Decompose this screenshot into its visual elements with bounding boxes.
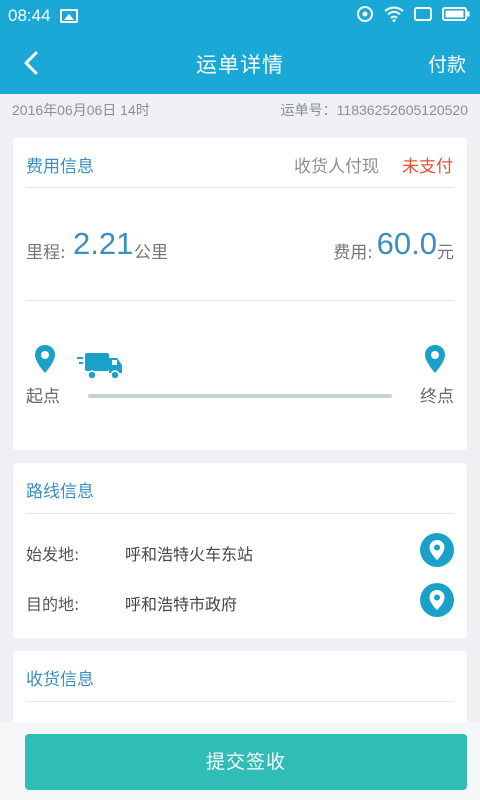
payer-text: 收货人付现 [294, 157, 379, 177]
end-pin-icon [424, 344, 446, 378]
fee-unit: 元 [437, 243, 454, 263]
origin-label: 始发地: [26, 545, 80, 564]
page-title: 运单详情 [196, 53, 284, 77]
status-time: 08:44 [8, 6, 51, 25]
destination-value: 呼和浩特市政府 [125, 595, 238, 614]
mileage-unit: 公里 [134, 243, 168, 263]
divider [26, 701, 454, 702]
origin-location-button[interactable] [420, 533, 454, 567]
status-bar: 08:44 [0, 0, 480, 32]
status-icons [356, 6, 470, 26]
battery-icon [442, 6, 470, 26]
pay-status-badge: 未支付 [402, 157, 453, 177]
submit-receipt-button[interactable]: 提交签收 [25, 734, 467, 790]
bottom-bar: 提交签收 [0, 722, 480, 800]
route-card: 路线信息 始发地: 呼和浩特火车东站 目的地: 呼和浩特市政府 [13, 463, 467, 638]
receive-heading: 收货信息 [26, 670, 94, 690]
truck-icon [77, 350, 125, 386]
nfc-icon [356, 5, 374, 27]
destination-label: 目的地: [26, 595, 80, 614]
route-heading: 路线信息 [26, 482, 94, 502]
order-number: 运单号：11836252605120520 [280, 102, 468, 118]
app-bar: 运单详情 付款 [0, 32, 480, 94]
wifi-icon [384, 6, 404, 26]
mileage-value: 2.21 [73, 226, 134, 261]
route-progress-track [88, 394, 392, 398]
fee-heading: 费用信息 [26, 157, 94, 177]
fee-label: 费用: [333, 243, 373, 263]
mileage-label: 里程: [26, 243, 66, 263]
divider [26, 300, 454, 301]
destination-location-button[interactable] [420, 583, 454, 617]
fee-value: 60.0 [376, 226, 437, 261]
image-icon [60, 9, 78, 23]
pay-button[interactable]: 付款 [428, 50, 466, 77]
order-date: 2016年06月06日 14时 [12, 102, 150, 118]
end-label: 终点 [420, 387, 454, 407]
receive-card: 收货信息 [13, 651, 467, 731]
screen-icon [414, 6, 432, 26]
divider [26, 187, 454, 188]
start-label: 起点 [26, 387, 60, 407]
start-pin-icon [34, 344, 56, 378]
fee-card: 费用信息 收货人付现 未支付 里程: 2.21 公里 费用: 60.0 元 起点… [13, 138, 467, 450]
origin-value: 呼和浩特火车东站 [125, 545, 254, 564]
divider [26, 513, 454, 514]
order-meta: 2016年06月06日 14时 运单号：11836252605120520 [0, 94, 480, 124]
